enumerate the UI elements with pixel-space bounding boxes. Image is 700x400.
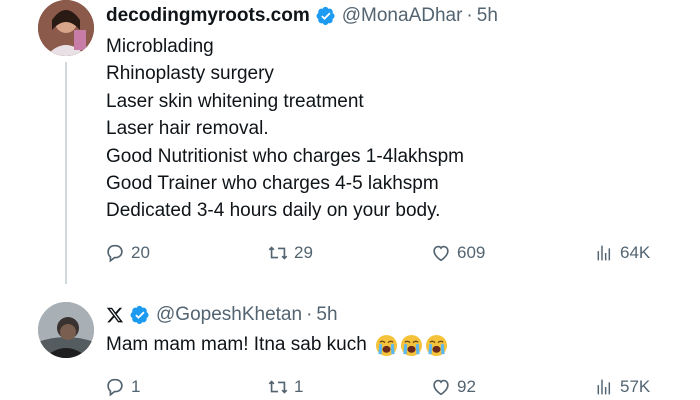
heart-icon: [433, 379, 449, 396]
tweet-text-line: Laser skin whitening treatment: [106, 90, 364, 112]
reply-button[interactable]: 1: [104, 376, 140, 398]
timestamp[interactable]: 5h: [477, 5, 498, 27]
repost-count: 1: [294, 377, 304, 396]
like-button[interactable]: 92: [430, 376, 476, 398]
tweet-text-line: Laser hair removal.: [106, 118, 269, 140]
verified-badge-icon: [130, 305, 150, 325]
tweet-text: Microblading Rhinoplasty surgery Laser s…: [106, 33, 464, 225]
view-count: 57K: [620, 377, 651, 396]
display-name[interactable]: decodingmyroots.com: [106, 5, 310, 27]
reply-action-bar: 1 1 92 57K: [0, 376, 700, 400]
reply-header: @GopeshKhetan · 5h: [106, 303, 338, 327]
heart-icon: [433, 245, 449, 262]
x-logo-icon: [106, 306, 124, 324]
repost-count: 29: [294, 243, 313, 262]
timestamp[interactable]: 5h: [316, 304, 337, 326]
tweet-text-line: Rhinoplasty surgery: [106, 63, 274, 85]
reply-count: 20: [131, 243, 150, 262]
reply-count: 1: [131, 377, 141, 396]
separator-dot: ·: [466, 5, 473, 26]
views-icon: [597, 379, 611, 395]
avatar[interactable]: [38, 302, 94, 358]
loudly-crying-face-icon: [375, 334, 397, 356]
views-button[interactable]: 64K: [593, 242, 650, 264]
tweet-text-line: Microblading: [106, 36, 214, 57]
tweet-text-line: Good Trainer who charges 4-5 lakhspm: [106, 173, 439, 195]
tweet-header: decodingmyroots.com @MonaADhar · 5h: [106, 4, 498, 28]
view-count: 64K: [620, 243, 651, 262]
reply-text-row: Mam mam mam! Itna sab kuch: [106, 330, 448, 360]
user-handle[interactable]: @MonaADhar: [342, 5, 463, 27]
reply-text: Mam mam mam! Itna sab kuch: [106, 334, 367, 355]
tweet-text-line: Good Nutritionist who charges 1-4lakhspm: [106, 145, 465, 167]
repost-icon: [268, 380, 288, 394]
reply-icon: [107, 378, 123, 397]
like-button[interactable]: 609: [430, 242, 485, 264]
reply-icon: [107, 244, 123, 263]
like-count: 609: [457, 243, 486, 262]
loudly-crying-face-icon: [400, 334, 422, 356]
repost-button[interactable]: 1: [267, 376, 303, 398]
views-button[interactable]: 57K: [593, 376, 650, 398]
views-icon: [597, 245, 611, 261]
repost-button[interactable]: 29: [267, 242, 313, 264]
user-handle[interactable]: @GopeshKhetan: [156, 304, 302, 326]
avatar[interactable]: [38, 0, 94, 56]
reply-button[interactable]: 20: [104, 242, 150, 264]
loudly-crying-face-icon: [425, 334, 447, 356]
repost-icon: [268, 246, 288, 260]
like-count: 92: [457, 377, 476, 396]
tweet-text-line: Dedicated 3-4 hours daily on your body.: [106, 200, 441, 222]
verified-badge-icon: [316, 6, 336, 26]
tweet-action-bar: 20 29 609 64K: [0, 242, 700, 266]
separator-dot: ·: [306, 304, 313, 325]
